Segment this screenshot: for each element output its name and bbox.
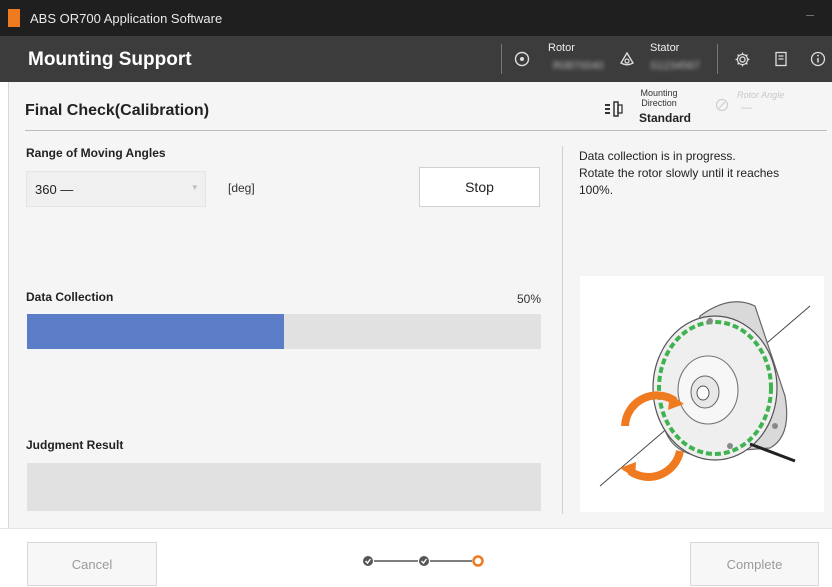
mounting-direction-icon [603, 100, 625, 123]
panel-divider [562, 146, 563, 514]
rotor-icon [513, 50, 531, 68]
range-label: Range of Moving Angles [26, 146, 166, 160]
manual-icon[interactable] [772, 50, 790, 68]
title-bar: ABS OR700 Application Software – [0, 0, 832, 36]
rotor-label: Rotor [548, 42, 575, 54]
rotor-angle-icon [715, 98, 729, 115]
title-divider [25, 130, 827, 131]
minimize-button[interactable]: – [806, 6, 814, 22]
judgment-label: Judgment Result [26, 438, 124, 452]
rotor-value: R0870040 [553, 60, 604, 72]
rotor-angle-value: — [741, 102, 752, 114]
rotor-angle-label: Rotor Angle [737, 90, 785, 100]
stator-label: Stator [650, 42, 680, 54]
stator-value: S1234567 [650, 60, 701, 72]
instruction-message: Data collection is in progress. Rotate t… [579, 149, 780, 197]
mounting-direction-value: Standard [639, 111, 692, 125]
app-logo [8, 9, 20, 27]
step-indicator [360, 551, 490, 571]
stator-icon [618, 50, 636, 68]
step-3-current [472, 555, 484, 567]
complete-button[interactable]: Complete [690, 542, 819, 586]
header-divider [717, 44, 718, 74]
stop-button[interactable]: Stop [419, 167, 540, 207]
page-title: Final Check(Calibration) [25, 102, 210, 119]
progress-percent: 50% [516, 292, 541, 306]
app-header-title: Mounting Support [28, 49, 192, 70]
mounting-direction-label: Mounting Direction [640, 88, 678, 108]
gear-icon[interactable] [733, 50, 751, 68]
cancel-button[interactable]: Cancel [27, 542, 157, 586]
footer-bar: Cancel Complete [0, 528, 832, 587]
range-select-value: 360 — [35, 182, 74, 197]
progress-bar [27, 314, 541, 349]
rotor-angle: Rotor Angle — [715, 90, 815, 120]
step-2-done [419, 556, 429, 566]
progress-fill [27, 314, 284, 349]
range-unit: [deg] [228, 181, 255, 195]
rotation-illustration [580, 276, 824, 512]
step-1-done [363, 556, 373, 566]
header-divider [501, 44, 502, 74]
app-header: Mounting Support Rotor R0870040 Stator S… [0, 36, 832, 82]
mounting-direction: Mounting Direction Standard [603, 88, 703, 128]
info-icon[interactable] [809, 50, 827, 68]
range-select[interactable]: 360 — ▾ [26, 171, 206, 207]
chevron-down-icon: ▾ [192, 182, 197, 192]
window-title: ABS OR700 Application Software [30, 11, 223, 26]
data-collection-label: Data Collection [26, 290, 114, 304]
main-panel: Final Check(Calibration) Mounting Direct… [8, 82, 832, 528]
judgment-result-box [27, 463, 541, 511]
